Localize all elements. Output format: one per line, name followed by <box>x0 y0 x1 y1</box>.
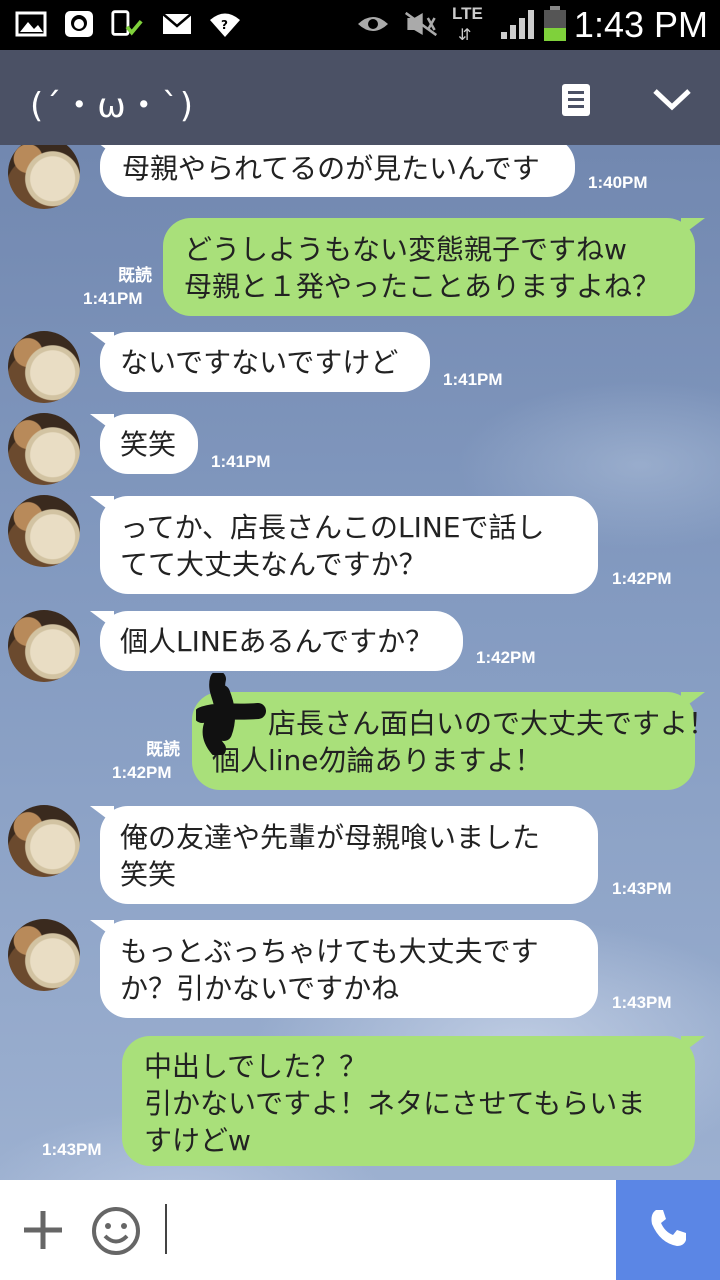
message-text: 店長さん面白いので大丈夫ですよ！ 個人line勿論ありますよ！ <box>212 707 717 777</box>
image-icon <box>14 9 48 39</box>
message-text: どうしようもない変態親子ですねw 母親と１発やったことありますよね？ <box>184 233 661 303</box>
eye-icon <box>356 9 390 39</box>
wifi-question-icon: ? <box>208 9 242 39</box>
svg-text:?: ? <box>221 18 228 32</box>
status-bar: ? LTE ⇵ 1:43 PM <box>0 0 720 50</box>
avatar[interactable] <box>8 919 80 991</box>
clock: 1:43 PM <box>573 4 708 45</box>
message-bubble-incoming[interactable]: 母親やられてるのが見たいんです <box>90 145 575 197</box>
message-bubble-incoming[interactable]: 個人LINEあるんですか？ <box>90 611 463 671</box>
data-arrows-icon: ⇵ <box>458 25 472 44</box>
message-time: 1:43PM <box>612 993 672 1012</box>
bubble-tail <box>90 496 114 514</box>
message-text: 笑笑 <box>120 428 177 461</box>
bubble-tail <box>90 611 114 629</box>
chat-area[interactable]: 母親やられてるのが見たいんです 1:40PM どうしようもない変態親子ですねw … <box>0 145 720 1180</box>
mute-icon <box>404 9 438 39</box>
message-bubble-incoming[interactable]: 俺の友達や先輩が母親喰いました 笑笑 <box>90 806 598 904</box>
message-time: 1:43PM <box>42 1140 102 1159</box>
message-text: 母親やられてるのが見たいんです <box>122 152 540 185</box>
message-time: 1:41PM <box>83 289 143 308</box>
message-time: 1:42PM <box>112 763 172 782</box>
bubble-tail <box>681 692 705 710</box>
chevron-down-icon[interactable] <box>644 72 700 128</box>
call-button[interactable] <box>616 1180 720 1280</box>
avatar[interactable] <box>8 805 80 877</box>
redaction-scribble <box>196 673 266 755</box>
message-bubble-incoming[interactable]: 笑笑 <box>90 414 198 474</box>
phone-icon <box>646 1206 690 1254</box>
sim-check-icon <box>110 9 144 39</box>
bubble-tail <box>90 145 114 155</box>
avatar[interactable] <box>8 495 80 567</box>
message-time: 1:41PM <box>211 452 271 471</box>
bubble-tail <box>90 332 114 350</box>
message-input[interactable] <box>165 1204 167 1254</box>
plus-icon[interactable] <box>18 1205 68 1255</box>
mail-icon <box>160 9 194 39</box>
avatar[interactable] <box>8 331 80 403</box>
message-text: 中出しでした？？ 引かないですよ！ネタにさせてもらいま すけどw <box>144 1050 646 1157</box>
message-bubble-outgoing[interactable]: 店長さん面白いので大丈夫ですよ！ 個人line勿論ありますよ！ <box>192 692 717 790</box>
message-text: もっとぶっちゃけても大丈夫です か？引かないですかね <box>120 935 539 1005</box>
input-bar <box>0 1180 720 1280</box>
app-icon <box>62 9 96 39</box>
battery-icon <box>540 6 570 41</box>
message-text: ないですないですけど <box>120 346 399 379</box>
message-time: 1:42PM <box>612 569 672 588</box>
avatar[interactable] <box>8 145 80 209</box>
message-bubble-outgoing[interactable]: どうしようもない変態親子ですねw 母親と１発やったことありますよね？ <box>163 218 705 316</box>
message-bubble-incoming[interactable]: ってか、店長さんこのLINEで話し てて大丈夫なんですか？ <box>90 496 598 594</box>
message-time: 1:43PM <box>612 879 672 898</box>
message-text: 俺の友達や先輩が母親喰いました 笑笑 <box>120 821 541 891</box>
message-text: 個人LINEあるんですか？ <box>120 625 434 658</box>
bubble-tail <box>90 806 114 824</box>
message-text: ってか、店長さんこのLINEで話し てて大丈夫なんですか？ <box>120 511 545 581</box>
message-bubble-incoming[interactable]: ないですないですけど <box>90 332 430 392</box>
message-bubble-incoming[interactable]: もっとぶっちゃけても大丈夫です か？引かないですかね <box>90 920 598 1018</box>
read-receipt: 既読 <box>146 740 180 760</box>
chat-header: (´・ω・`) <box>0 50 720 145</box>
avatar[interactable] <box>8 413 80 485</box>
bubble-tail <box>681 1036 705 1054</box>
network-type: LTE <box>452 4 483 23</box>
bubble-tail <box>90 414 114 432</box>
message-time: 1:40PM <box>588 173 648 192</box>
bubble-tail <box>90 920 114 938</box>
message-time: 1:42PM <box>476 648 536 667</box>
page-title: (´・ω・`) <box>30 86 195 126</box>
bubble-tail <box>681 218 705 236</box>
signal-icon <box>498 9 538 39</box>
avatar[interactable] <box>8 610 80 682</box>
message-time: 1:41PM <box>443 370 503 389</box>
emoji-icon[interactable] <box>88 1204 144 1258</box>
message-bubble-outgoing[interactable]: 中出しでした？？ 引かないですよ！ネタにさせてもらいま すけどw <box>122 1036 705 1166</box>
notes-icon[interactable] <box>548 72 604 128</box>
read-receipt: 既読 <box>118 266 152 286</box>
